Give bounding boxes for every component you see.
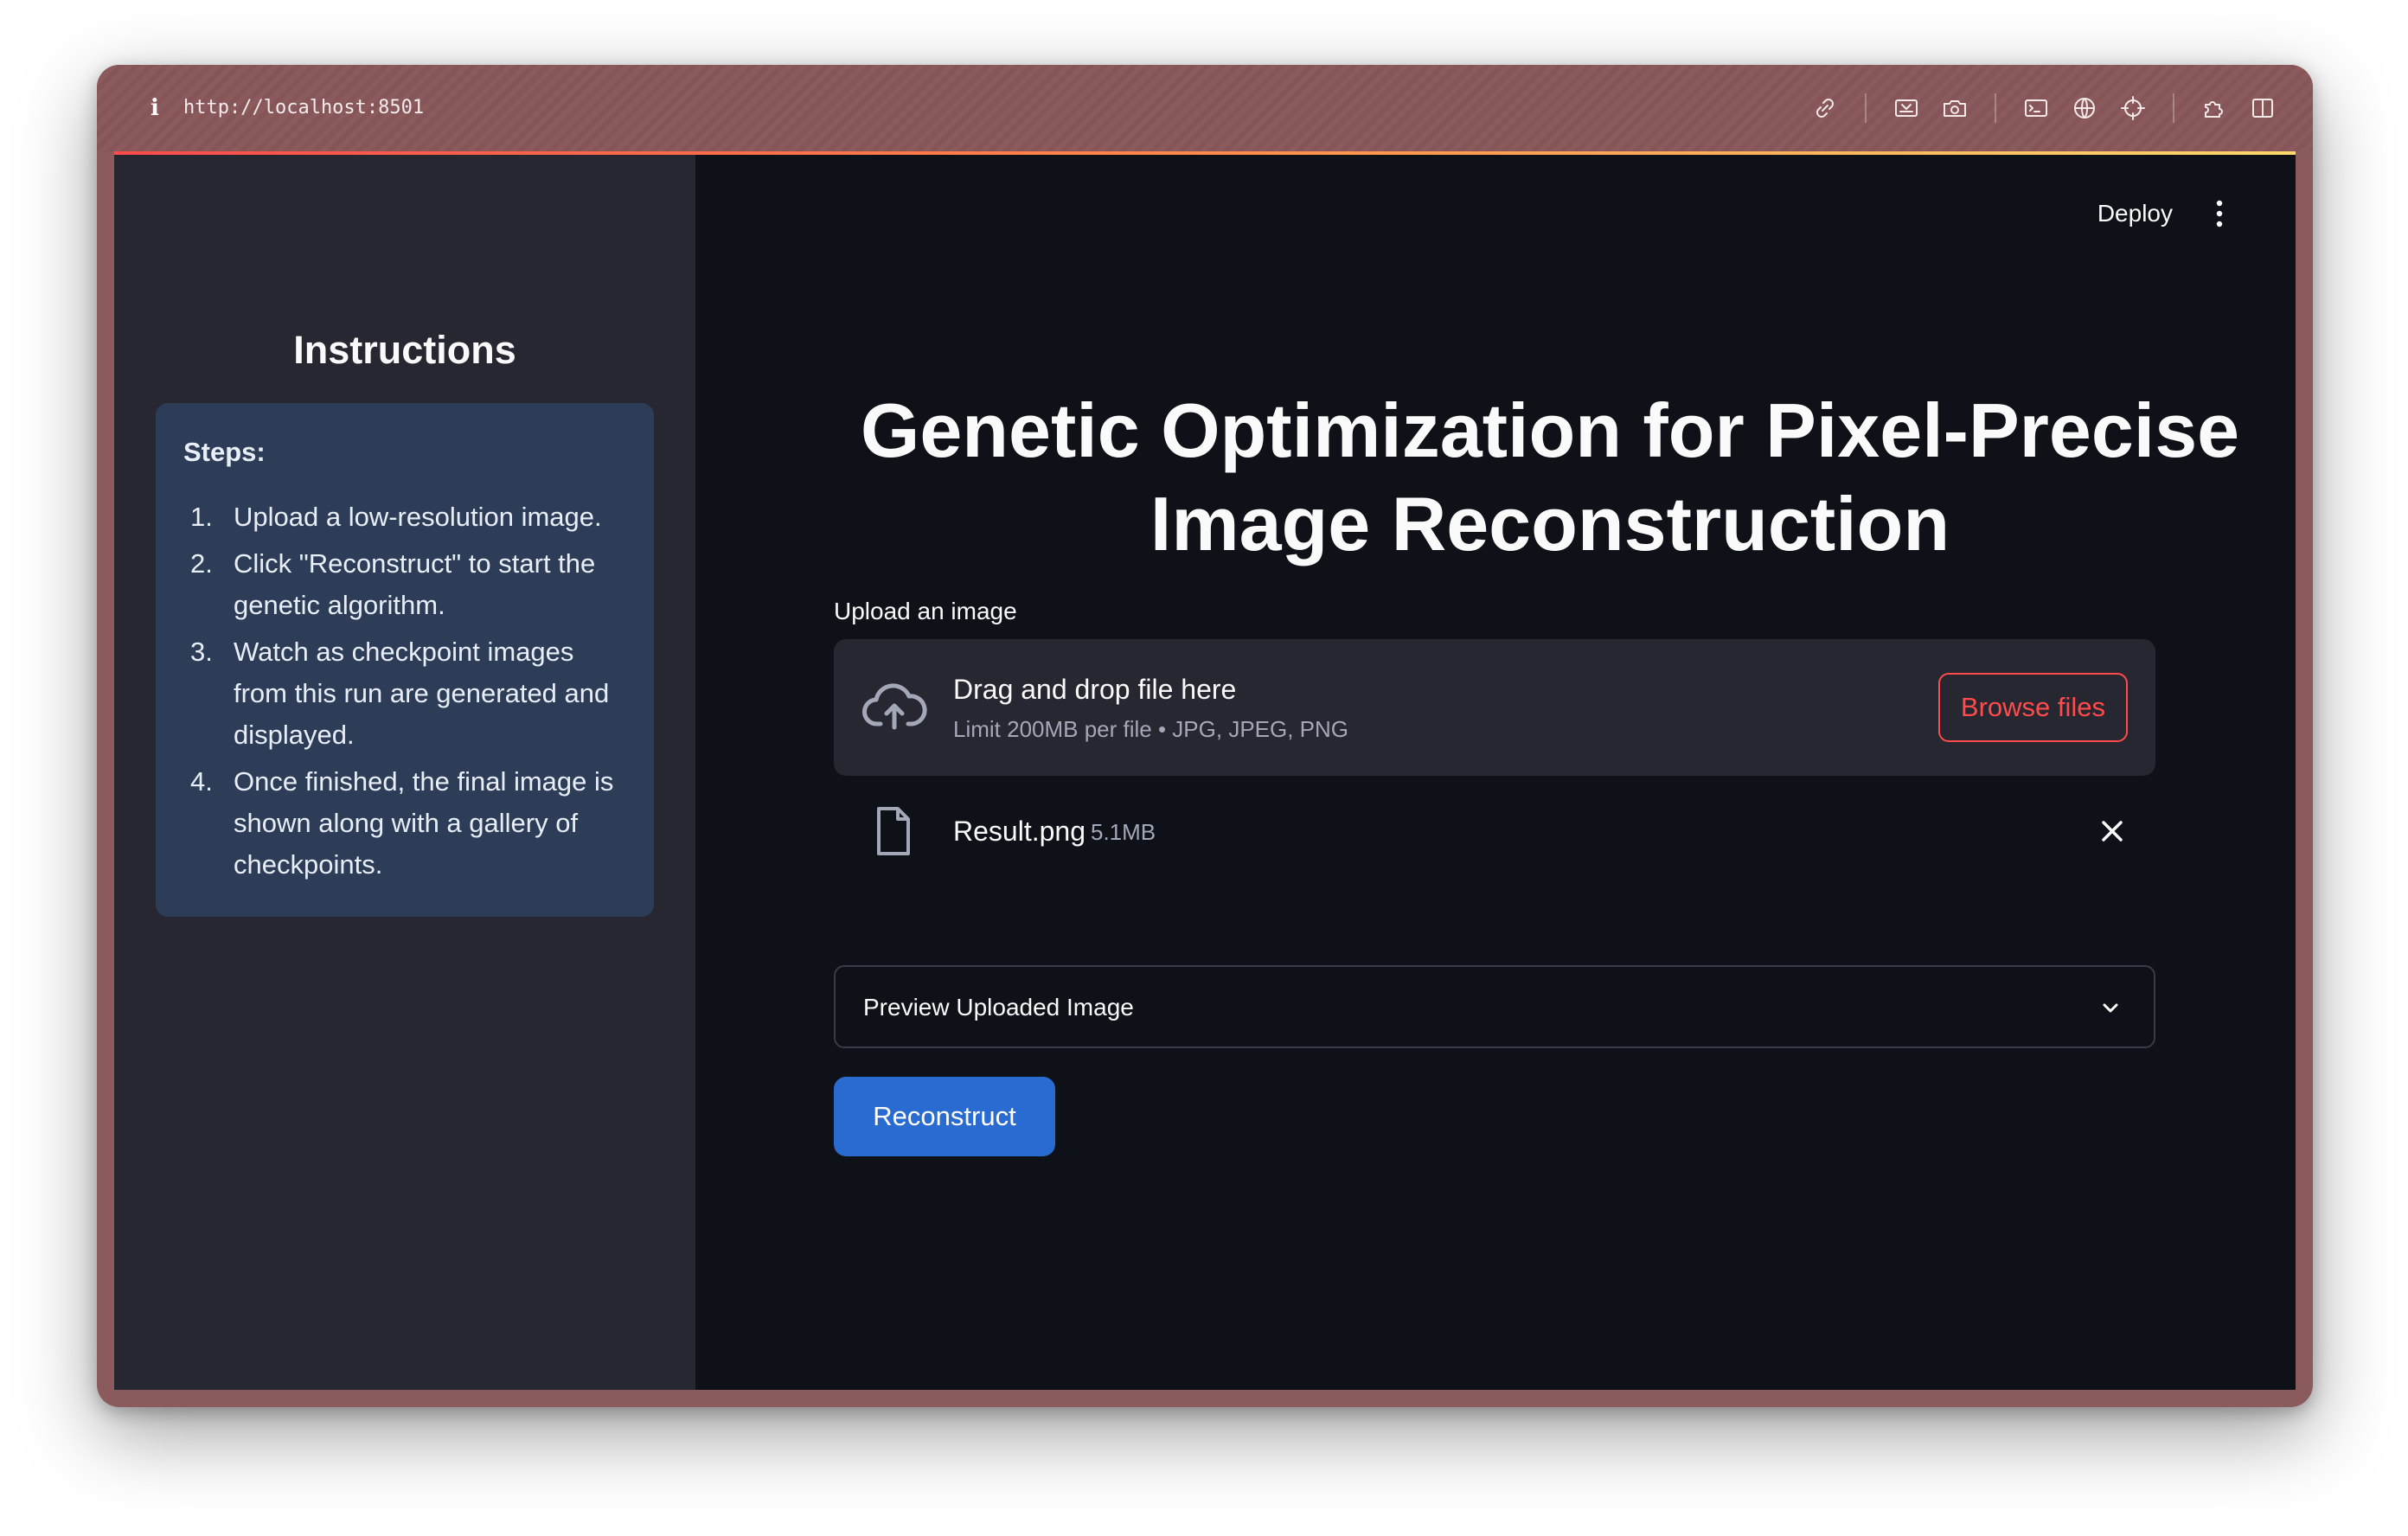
- main-menu-button[interactable]: [2200, 195, 2238, 233]
- toolbar-divider: [1995, 93, 1996, 123]
- instructions-card: Steps: 1. Upload a low-resolution image. …: [156, 403, 654, 917]
- globe-icon[interactable]: [2065, 89, 2104, 127]
- step-number: 1.: [190, 502, 213, 532]
- dropzone-instructions: Drag and drop file here: [953, 674, 1237, 705]
- preview-expander[interactable]: Preview Uploaded Image: [834, 965, 2155, 1048]
- step-text: Once finished, the final image is shown …: [234, 766, 614, 880]
- uploaded-file-size: 5.1MB: [1091, 819, 1156, 845]
- step-number: 4.: [190, 766, 213, 797]
- cloud-upload-icon: [862, 683, 927, 730]
- uploaded-file-name: Result.png: [953, 816, 1086, 847]
- info-icon[interactable]: i: [142, 91, 168, 125]
- expander-label: Preview Uploaded Image: [863, 994, 1134, 1021]
- terminal-icon[interactable]: [2017, 89, 2055, 127]
- sidebar-title: Instructions: [293, 328, 516, 372]
- step-item: 1. Upload a low-resolution image.: [183, 496, 626, 538]
- link-icon[interactable]: [1806, 89, 1844, 127]
- step-number: 3.: [190, 637, 213, 667]
- step-number: 2.: [190, 548, 213, 579]
- steps-heading: Steps:: [183, 437, 266, 467]
- deploy-button[interactable]: Deploy: [2087, 193, 2183, 234]
- reconstruct-button[interactable]: Reconstruct: [834, 1077, 1055, 1156]
- screenshot-region-icon[interactable]: [1887, 89, 1925, 127]
- step-item: 3. Watch as checkpoint images from this r…: [183, 631, 626, 756]
- file-icon: [877, 807, 910, 855]
- page-title: Genetic Optimization for Pixel-Precise I…: [860, 387, 2240, 566]
- upload-label: Upload an image: [834, 598, 1017, 624]
- step-text: Watch as checkpoint images from this run…: [234, 637, 610, 750]
- step-item: 4. Once finished, the final image is show…: [183, 761, 626, 886]
- dropzone-limits: Limit 200MB per file • JPG, JPEG, PNG: [953, 716, 1349, 742]
- browser-window: i http://localhost:8501 Instructions Ste…: [97, 65, 2313, 1407]
- browser-toolbar: i http://localhost:8501: [97, 65, 2313, 151]
- chevron-down-icon: [2093, 990, 2128, 1025]
- streamlit-app: Instructions Steps: 1. Upload a low-resol…: [114, 155, 2296, 1390]
- kebab-menu-icon: [2216, 200, 2223, 227]
- step-text: Upload a low-resolution image.: [234, 502, 602, 532]
- file-dropzone[interactable]: Drag and drop file here Limit 200MB per …: [834, 639, 2155, 776]
- step-text: Click "Reconstruct" to start the genetic…: [234, 548, 596, 620]
- crosshair-icon[interactable]: [2114, 89, 2152, 127]
- camera-icon[interactable]: [1936, 89, 1974, 127]
- url-bar[interactable]: http://localhost:8501: [183, 91, 424, 125]
- main-content: Deploy Genetic Optimization for Pixel-Pr…: [695, 155, 2296, 1390]
- sidebar: Instructions Steps: 1. Upload a low-resol…: [114, 155, 695, 1390]
- toolbar-divider: [1865, 93, 1867, 123]
- remove-file-button[interactable]: [2093, 812, 2131, 850]
- step-item: 2. Click "Reconstruct" to start the genet…: [183, 543, 626, 626]
- uploaded-file-item: Result.png 5.1MB: [834, 793, 2155, 869]
- steps-list: 1. Upload a low-resolution image. 2. Click…: [183, 496, 626, 886]
- puzzle-icon[interactable]: [2195, 89, 2233, 127]
- close-icon: [2102, 821, 2123, 842]
- toolbar-icons: [1801, 89, 2287, 127]
- split-view-icon[interactable]: [2244, 89, 2282, 127]
- toolbar-divider: [2173, 93, 2174, 123]
- browse-files-button[interactable]: Browse files: [1937, 673, 2128, 742]
